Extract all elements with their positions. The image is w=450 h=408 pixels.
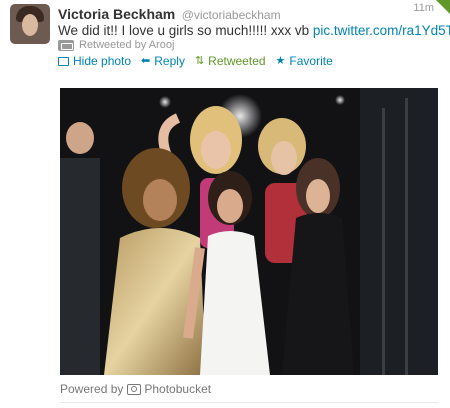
powered-by-label: Powered by xyxy=(60,382,124,396)
camera-icon xyxy=(127,383,142,395)
tweet-text: We did it!! I love u girls so much!!!!! … xyxy=(58,23,450,38)
retweeted-by-label[interactable]: Retweeted by Arooj xyxy=(79,39,174,51)
tweet-actions: Hide photo ⬅ Reply ⇅ Retweeted ★ Favorit… xyxy=(58,54,343,68)
reply-button[interactable]: ⬅ Reply xyxy=(141,54,185,68)
retweeted-label: Retweeted xyxy=(208,54,266,68)
powered-by: Powered by Photobucket xyxy=(60,382,211,396)
timestamp[interactable]: 11m xyxy=(413,2,434,14)
tweet-photo-link[interactable]: pic.twitter.com/ra1Yd5Tl xyxy=(313,23,450,38)
favorite-button[interactable]: ★ Favorite xyxy=(276,54,333,68)
photo-illustration xyxy=(60,88,438,375)
reply-arrow-icon: ⬅ xyxy=(141,54,151,67)
tweet-card: Victoria Beckham @victoriabeckham 11m We… xyxy=(0,0,450,408)
hide-photo-button[interactable]: Hide photo xyxy=(58,54,131,68)
avatar[interactable] xyxy=(10,4,50,44)
retweeted-button[interactable]: ⇅ Retweeted xyxy=(195,54,266,68)
retweet-icon: ⇅ xyxy=(194,54,205,67)
star-icon: ★ xyxy=(275,54,286,67)
divider xyxy=(60,402,438,403)
favorite-label: Favorite xyxy=(289,54,333,68)
hide-photo-label: Hide photo xyxy=(73,54,132,68)
retweet-badge-icon xyxy=(58,39,74,51)
tweet-header: Victoria Beckham @victoriabeckham xyxy=(58,6,438,22)
retweeted-by: Retweeted by Arooj xyxy=(58,39,174,51)
user-handle[interactable]: @victoriabeckham xyxy=(182,8,281,22)
photobucket-link[interactable]: Photobucket xyxy=(144,382,211,396)
reply-label: Reply xyxy=(154,54,185,68)
tweet-text-body: We did it!! I love u girls so much!!!!! … xyxy=(58,23,313,38)
retweeted-corner-marker xyxy=(436,0,450,14)
tweet-photo[interactable] xyxy=(60,88,438,375)
photo-icon xyxy=(58,56,69,66)
display-name[interactable]: Victoria Beckham xyxy=(58,6,175,22)
